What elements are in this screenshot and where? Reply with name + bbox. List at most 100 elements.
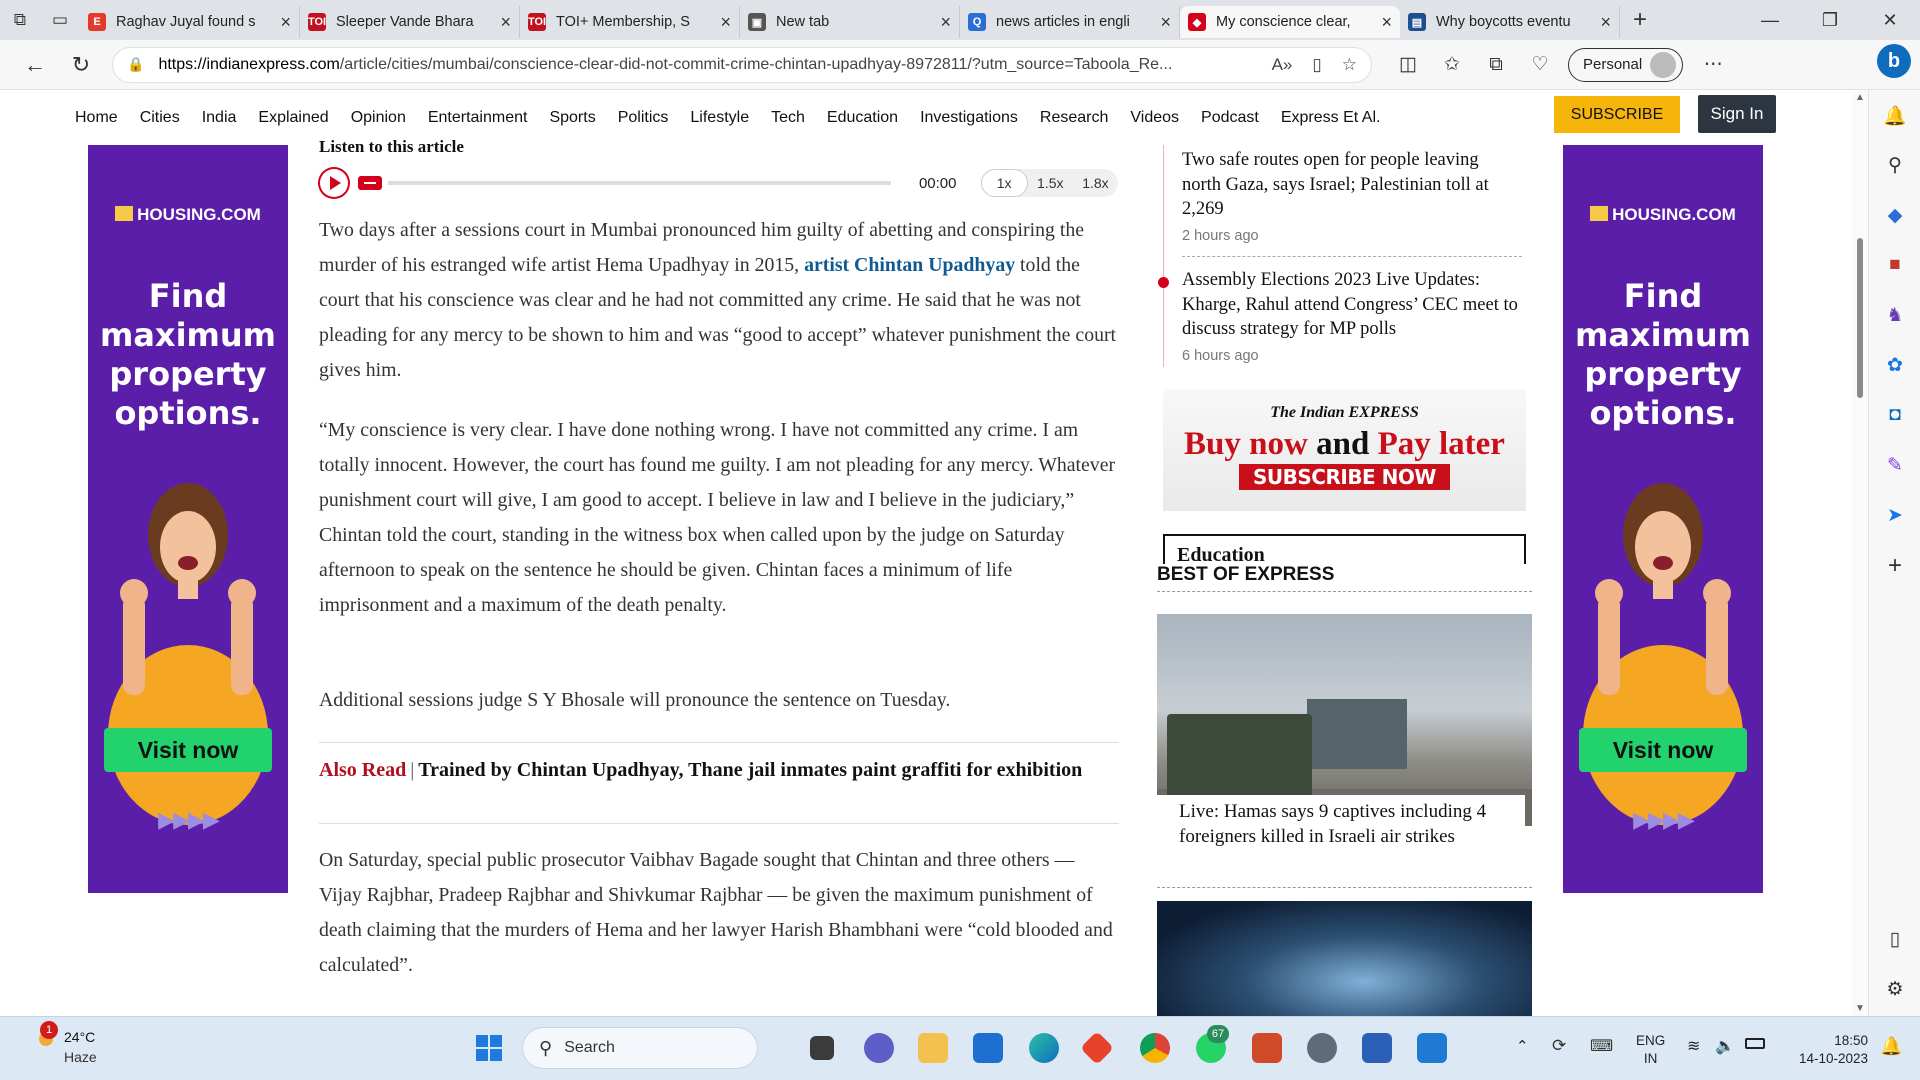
file-explorer-icon[interactable] — [918, 1033, 948, 1063]
start-windows-icon[interactable] — [474, 1033, 504, 1063]
scroll-down-icon[interactable]: ▼ — [1852, 1003, 1868, 1014]
split-screen-icon[interactable]: ◫ — [1386, 53, 1430, 76]
tab-close-icon[interactable]: × — [940, 12, 951, 33]
site-nav-item[interactable]: Home — [75, 109, 118, 127]
speed-1-5x-button[interactable]: 1.5x — [1028, 175, 1073, 191]
read-aloud-icon[interactable]: A» — [1272, 55, 1293, 75]
site-nav-item[interactable]: Sports — [549, 109, 595, 127]
sidebar-toggle-icon[interactable]: ▯ — [1869, 928, 1920, 951]
wifi-icon[interactable]: ≋ — [1687, 1036, 1700, 1056]
tab-close-icon[interactable]: × — [720, 12, 731, 33]
browser-tab[interactable]: Qnews articles in engli × — [960, 6, 1180, 38]
bell-icon[interactable]: 🔔 — [1869, 104, 1920, 128]
scroll-up-icon[interactable]: ▲ — [1852, 92, 1868, 103]
page-scrollbar[interactable]: ▲ ▼ — [1852, 90, 1868, 1016]
site-nav-item[interactable]: Investigations — [920, 109, 1018, 127]
speed-1-8x-button[interactable]: 1.8x — [1073, 175, 1118, 191]
tag-icon[interactable]: ◆ — [1869, 204, 1920, 227]
url-field[interactable]: 🔒 https://indianexpress.com/article/citi… — [112, 46, 1372, 83]
site-nav-item[interactable]: India — [202, 109, 237, 127]
site-nav-item[interactable]: Lifestyle — [690, 109, 749, 127]
live-item[interactable]: Assembly Elections 2023 Live Updates: Kh… — [1182, 268, 1522, 364]
subscribe-button[interactable]: SUBSCRIBE — [1554, 96, 1680, 133]
subscribe-now-button[interactable]: SUBSCRIBE NOW — [1239, 464, 1450, 490]
keyboard-icon[interactable]: ⌨ — [1590, 1036, 1613, 1056]
battery-icon[interactable] — [1745, 1038, 1765, 1049]
chat-icon[interactable] — [864, 1033, 894, 1063]
immersive-reader-icon[interactable]: ▯ — [1312, 55, 1321, 75]
seek-track[interactable] — [387, 181, 891, 185]
tab-close-icon[interactable]: × — [500, 12, 511, 33]
back-icon[interactable]: ← — [12, 52, 58, 78]
tab-close-icon[interactable]: × — [1600, 12, 1611, 33]
live-item-title[interactable]: Two safe routes open for people leaving … — [1182, 148, 1522, 222]
vscode-icon[interactable] — [1417, 1033, 1447, 1063]
tab-close-icon[interactable]: × — [1381, 12, 1392, 33]
education-widget[interactable]: Education — [1163, 534, 1526, 564]
housing-ad-right[interactable]: HOUSING.COM Find maximum property option… — [1563, 145, 1763, 893]
taskbar-search[interactable]: ⚲ Search — [522, 1027, 758, 1069]
also-read-link[interactable]: Trained by Chintan Upadhyay, Thane jail … — [418, 759, 1082, 781]
browser-tab[interactable]: TOI Sleeper Vande Bhara × — [300, 6, 520, 38]
site-nav-item[interactable]: Express Et Al. — [1281, 109, 1381, 127]
copilot-icon[interactable]: b — [1877, 44, 1911, 78]
new-tab-button[interactable]: + — [1620, 6, 1660, 34]
ad-visit-now-button[interactable]: Visit now — [104, 728, 272, 772]
notification-bell-icon[interactable]: 🔔 — [1880, 1036, 1902, 1057]
site-nav-item[interactable]: Cities — [140, 109, 180, 127]
designer-icon[interactable]: ✎ — [1869, 454, 1920, 477]
sign-in-button[interactable]: Sign In — [1698, 95, 1776, 133]
scroll-thumb[interactable] — [1857, 238, 1863, 398]
send-icon[interactable]: ➤ — [1869, 504, 1920, 527]
ad-visit-now-button[interactable]: Visit now — [1579, 728, 1747, 772]
sync-icon[interactable]: ⟳ — [1552, 1036, 1566, 1056]
search-icon[interactable]: ⚲ — [1869, 154, 1920, 177]
tab-actions-icon[interactable]: ▭ — [40, 0, 80, 40]
minimize-icon[interactable]: — — [1740, 10, 1800, 31]
live-item-title[interactable]: Assembly Elections 2023 Live Updates: Kh… — [1182, 268, 1522, 342]
browser-tab[interactable]: ◆ My conscience clear, × — [1180, 6, 1400, 38]
also-read-box[interactable]: Also Read | Trained by Chintan Upadhyay, T… — [319, 742, 1119, 824]
settings-gear-icon[interactable]: ⚙ — [1869, 978, 1920, 1001]
site-nav-item[interactable]: Videos — [1130, 109, 1179, 127]
volume-icon[interactable]: 🔈 — [1715, 1036, 1735, 1056]
refresh-icon[interactable]: ↻ — [58, 52, 104, 78]
task-view-icon[interactable] — [810, 1036, 834, 1060]
more-menu-icon[interactable]: ⋯ — [1691, 53, 1735, 76]
add-icon[interactable]: + — [1869, 552, 1920, 580]
toolbox-icon[interactable]: ■ — [1869, 254, 1920, 276]
play-button[interactable] — [318, 167, 350, 199]
site-nav-item[interactable]: Explained — [258, 109, 328, 127]
browser-tab[interactable]: TOI TOI+ Membership, S × — [520, 6, 740, 38]
tab-close-icon[interactable]: × — [280, 12, 291, 33]
games-icon[interactable]: ♞ — [1869, 304, 1920, 327]
profile-button[interactable]: Personal — [1568, 47, 1684, 82]
notepad-icon[interactable] — [1362, 1033, 1392, 1063]
mail-icon[interactable] — [973, 1033, 1003, 1063]
office-icon[interactable] — [1252, 1033, 1282, 1063]
housing-ad-left[interactable]: HOUSING.COM Find maximum property option… — [88, 145, 288, 893]
chrome-icon[interactable] — [1140, 1033, 1170, 1063]
speed-1x-button[interactable]: 1x — [980, 169, 1028, 197]
seek-handle[interactable] — [357, 176, 382, 190]
browser-tab[interactable]: E Raghav Juyal found s × — [80, 6, 300, 38]
subscribe-banner[interactable]: The Indian EXPRESS Buy now and Pay later… — [1163, 389, 1526, 511]
story-image-hooded-figure[interactable] — [1157, 901, 1532, 1016]
live-item[interactable]: Two safe routes open for people leaving … — [1182, 148, 1522, 244]
favorite-star-icon[interactable]: ☆ — [1342, 55, 1357, 75]
favorites-icon[interactable]: ✩ — [1430, 53, 1474, 76]
app-diamond-icon[interactable] — [1080, 1031, 1114, 1065]
site-nav-item[interactable]: Opinion — [351, 109, 406, 127]
site-nav-item[interactable]: Research — [1040, 109, 1108, 127]
restore-icon[interactable]: ❐ — [1800, 10, 1860, 31]
tray-chevron-icon[interactable]: ⌃ — [1516, 1037, 1529, 1055]
system-clock[interactable]: 18:50 14-10-2023 — [1788, 1032, 1868, 1068]
site-nav-item[interactable]: Podcast — [1201, 109, 1259, 127]
outlook-icon[interactable]: ◘ — [1869, 404, 1920, 426]
settings-app-icon[interactable] — [1307, 1033, 1337, 1063]
site-nav-item[interactable]: Politics — [618, 109, 669, 127]
m365-icon[interactable]: ✿ — [1869, 354, 1920, 377]
close-window-icon[interactable]: ✕ — [1860, 10, 1920, 31]
chintan-upadhyay-link[interactable]: artist Chintan Upadhyay — [804, 254, 1015, 276]
browser-tab[interactable]: ▤ Why boycotts eventu × — [1400, 6, 1620, 38]
